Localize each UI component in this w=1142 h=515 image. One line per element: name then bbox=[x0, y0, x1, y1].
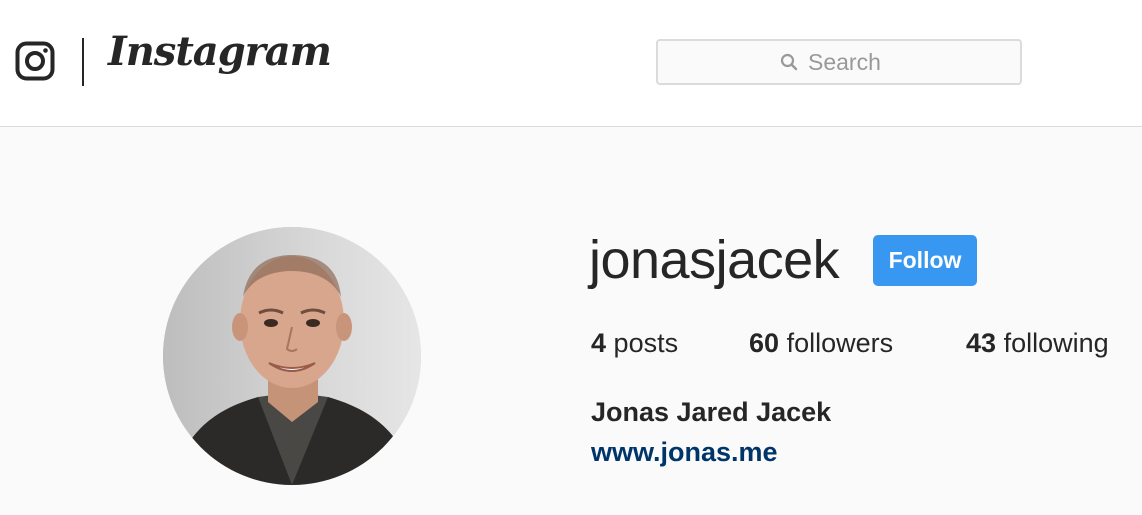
search-box[interactable] bbox=[656, 39, 1022, 85]
profile-username: jonasjacek bbox=[589, 230, 840, 290]
search-input[interactable] bbox=[808, 48, 898, 76]
posts-count: 4 bbox=[591, 328, 607, 358]
following-count: 43 bbox=[966, 328, 997, 358]
magnifier-icon bbox=[780, 53, 798, 71]
instagram-wordmark-logo[interactable]: Instagram bbox=[108, 28, 332, 76]
profile-full-name: Jonas Jared Jacek bbox=[591, 397, 832, 427]
instagram-camera-icon[interactable] bbox=[15, 41, 55, 81]
follow-button[interactable]: Follow bbox=[873, 235, 977, 286]
profile-avatar bbox=[163, 227, 421, 485]
posts-label: posts bbox=[613, 328, 679, 358]
top-navigation-bar: Instagram bbox=[0, 0, 1142, 127]
posts-count-stat: 4 posts bbox=[591, 328, 678, 359]
following-count-stat[interactable]: 43 following bbox=[966, 328, 1109, 359]
logo-divider bbox=[82, 38, 84, 86]
followers-count: 60 bbox=[749, 328, 780, 358]
following-label: following bbox=[1003, 328, 1109, 358]
profile-website-link[interactable]: www.jonas.me bbox=[591, 437, 778, 468]
followers-label: followers bbox=[786, 328, 894, 358]
followers-count-stat[interactable]: 60 followers bbox=[749, 328, 893, 359]
